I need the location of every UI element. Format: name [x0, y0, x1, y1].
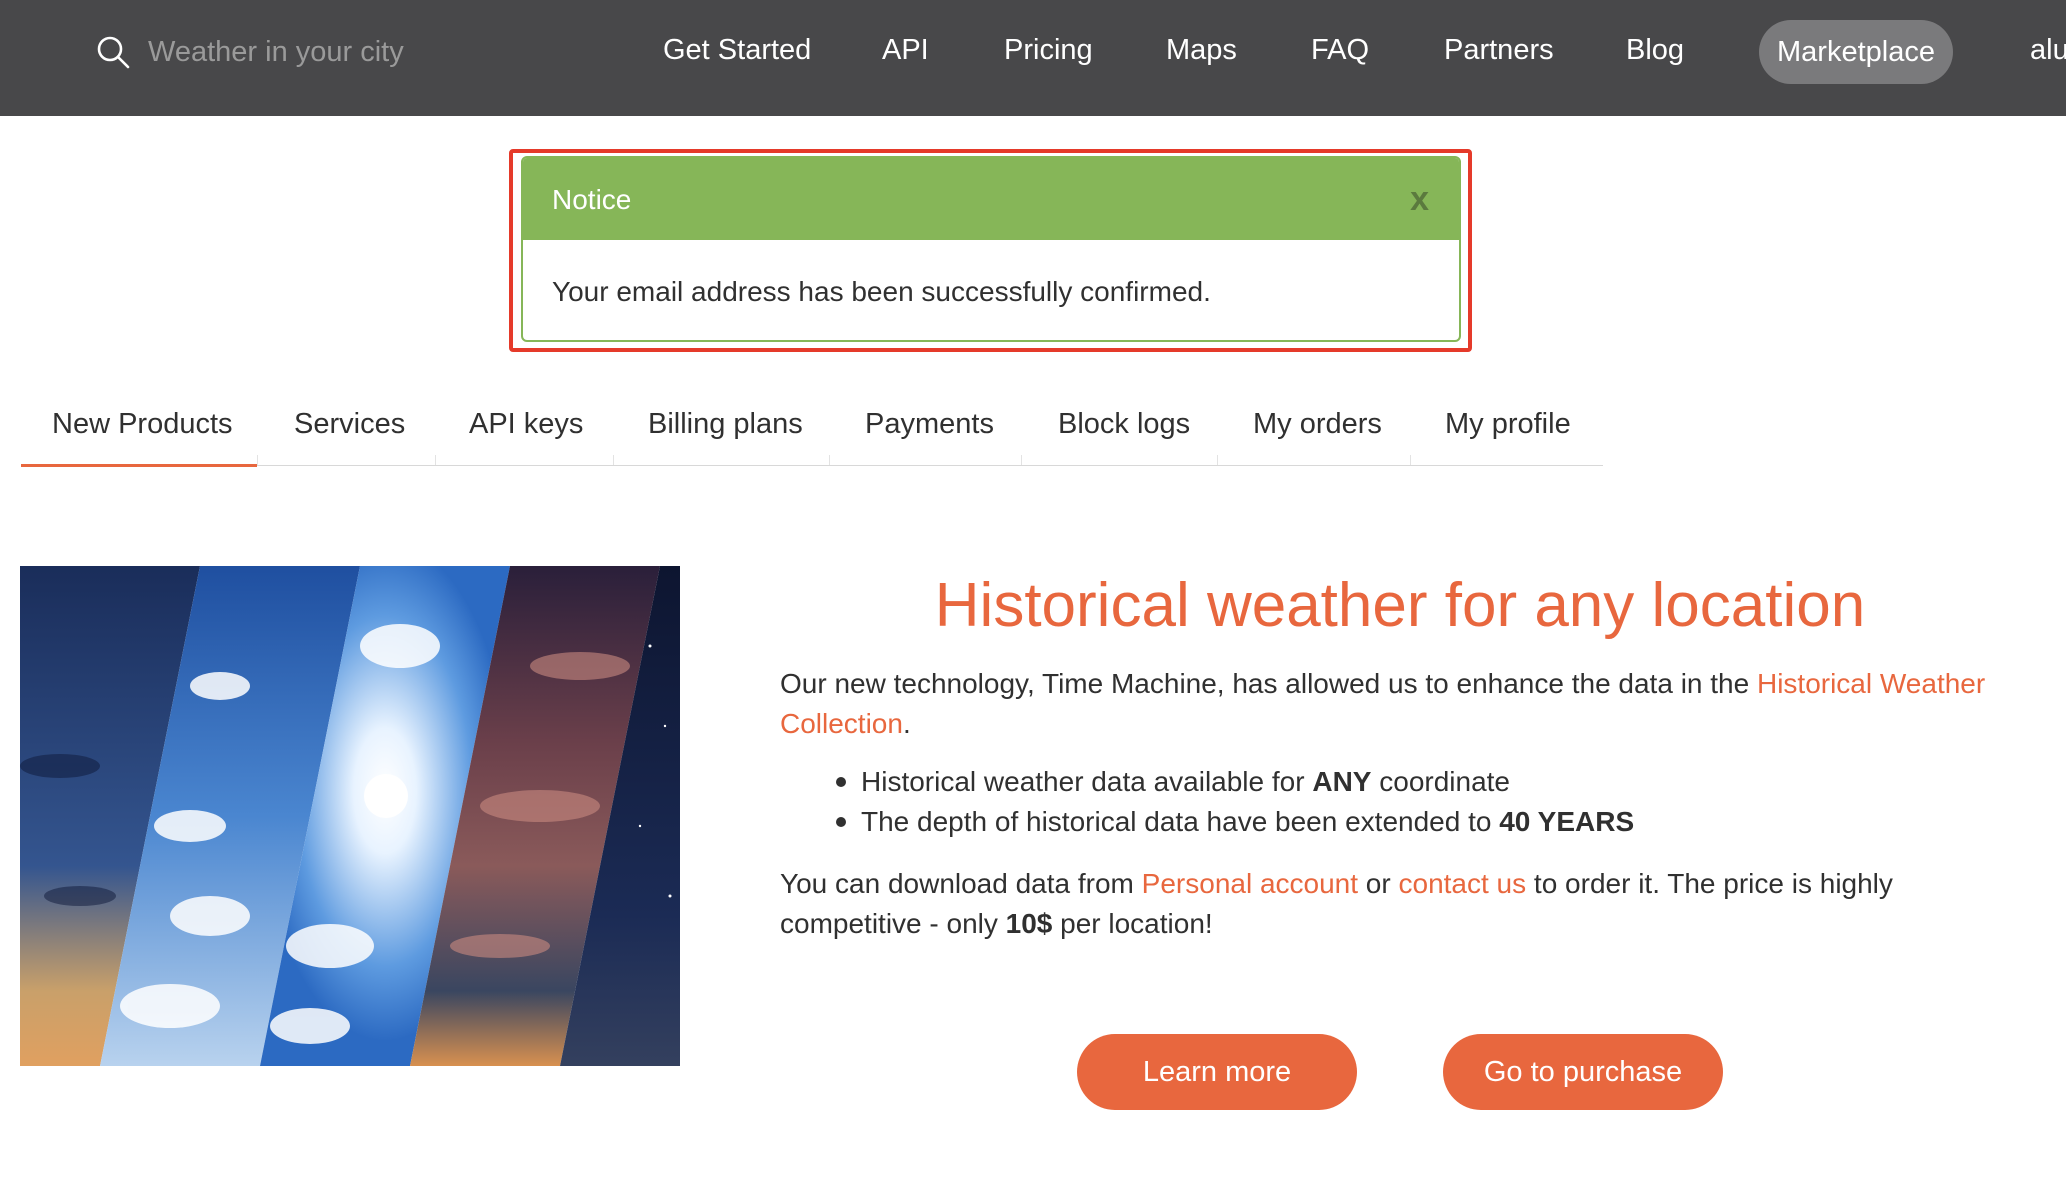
tab-divider — [1021, 455, 1022, 465]
nav-marketplace-button[interactable]: Marketplace — [1759, 20, 1953, 84]
tab-payments[interactable]: Payments — [865, 408, 994, 441]
tab-new-products[interactable]: New Products — [52, 408, 233, 441]
tab-divider — [1410, 455, 1411, 465]
personal-account-link[interactable]: Personal account — [1142, 868, 1358, 899]
tab-divider — [1217, 455, 1218, 465]
list-item: The depth of historical data have been e… — [836, 802, 1634, 842]
tab-divider — [435, 455, 436, 465]
intro-paragraph: Our new technology, Time Machine, has al… — [780, 664, 2010, 744]
tab-billing-plans[interactable]: Billing plans — [648, 408, 803, 441]
tab-block-logs[interactable]: Block logs — [1058, 408, 1190, 441]
account-tabs: New Products Services API keys Billing p… — [21, 396, 1603, 467]
nav-faq[interactable]: FAQ — [1311, 34, 1369, 67]
bullet-icon — [836, 777, 846, 787]
notice-close-button[interactable]: x — [1410, 180, 1429, 219]
search-box[interactable] — [96, 32, 476, 72]
nav-partners[interactable]: Partners — [1444, 34, 1554, 67]
tab-divider — [829, 455, 830, 465]
notice-message: Your email address has been successfully… — [552, 276, 1211, 307]
intro-end: . — [902, 708, 911, 739]
nav-user-menu[interactable]: alu — [2030, 34, 2066, 67]
notice-header: Notice x — [523, 158, 1459, 240]
search-input[interactable] — [148, 35, 458, 69]
active-tab-indicator — [21, 464, 257, 467]
tab-api-keys[interactable]: API keys — [469, 408, 583, 441]
top-navigation-bar: Get Started API Pricing Maps FAQ Partner… — [0, 0, 2066, 116]
contact-us-link[interactable]: contact us — [1399, 868, 1527, 899]
go-to-purchase-button[interactable]: Go to purchase — [1443, 1034, 1723, 1110]
tab-my-orders[interactable]: My orders — [1253, 408, 1382, 441]
tab-divider — [257, 455, 258, 465]
search-icon[interactable] — [96, 35, 130, 69]
list-item: Historical weather data available for AN… — [836, 762, 1634, 802]
nav-blog[interactable]: Blog — [1626, 34, 1684, 67]
bullet-text: The depth of historical data have been e… — [861, 806, 1635, 837]
tab-services[interactable]: Services — [294, 408, 405, 441]
product-headline: Historical weather for any location — [934, 571, 1866, 640]
nav-get-started[interactable]: Get Started — [663, 34, 811, 67]
intro-text: Our new technology, Time Machine, has al… — [780, 668, 1757, 699]
nav-maps[interactable]: Maps — [1166, 34, 1237, 67]
learn-more-button[interactable]: Learn more — [1077, 1034, 1357, 1110]
tab-my-profile[interactable]: My profile — [1445, 408, 1571, 441]
nav-api[interactable]: API — [882, 34, 929, 67]
bullet-text: Historical weather data available for AN… — [861, 766, 1511, 797]
notice-box: Notice x Your email address has been suc… — [521, 156, 1461, 342]
sky-collage-image — [20, 566, 680, 1066]
nav-pricing[interactable]: Pricing — [1004, 34, 1093, 67]
feature-list: Historical weather data available for AN… — [836, 762, 1634, 842]
bullet-icon — [836, 817, 846, 827]
download-paragraph: You can download data from Personal acco… — [780, 868, 1893, 939]
tab-divider — [613, 455, 614, 465]
notice-title: Notice — [552, 184, 632, 215]
